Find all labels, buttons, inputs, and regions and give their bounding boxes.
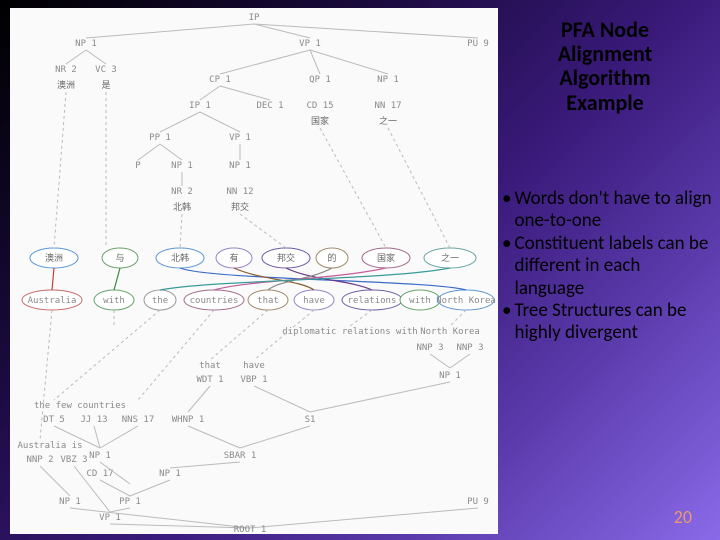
svg-text:NP 1: NP 1 xyxy=(59,497,81,507)
svg-text:SBAR 1: SBAR 1 xyxy=(224,451,257,461)
svg-text:CD 17: CD 17 xyxy=(86,469,113,479)
svg-text:北韩: 北韩 xyxy=(171,252,189,263)
svg-text:that: that xyxy=(199,361,221,371)
svg-text:NNP 3: NNP 3 xyxy=(416,343,443,353)
svg-text:CP 1: CP 1 xyxy=(209,75,231,85)
svg-text:国家: 国家 xyxy=(377,252,395,263)
svg-text:NNP 3: NNP 3 xyxy=(456,343,483,353)
svg-text:VC 3: VC 3 xyxy=(95,65,117,75)
top-root: IP xyxy=(249,13,260,23)
svg-text:VBP 1: VBP 1 xyxy=(240,375,267,385)
slide-title: PFA Node Alignment Algorithm Example xyxy=(500,18,710,115)
bullet-item: •Tree Structures can be highly divergent xyxy=(502,300,712,345)
nt: NP 1 xyxy=(75,39,97,49)
svg-text:with: with xyxy=(409,296,431,306)
svg-text:之一: 之一 xyxy=(379,115,397,126)
alignment-tree-diagram: IP NP 1 VP 1 PU 9 NR 2 VC 3 CP 1 QP 1 NP… xyxy=(10,8,498,534)
svg-text:P: P xyxy=(135,161,141,171)
svg-text:NP 1: NP 1 xyxy=(229,161,251,171)
svg-text:WDT 1: WDT 1 xyxy=(196,375,223,385)
svg-text:CD 15: CD 15 xyxy=(306,101,333,111)
svg-text:the few countries: the few countries xyxy=(34,401,126,411)
svg-text:PU 9: PU 9 xyxy=(467,497,489,507)
bullet-item: •Words don't have to align one-to-one xyxy=(502,188,712,233)
bottom-root: ROOT 1 xyxy=(234,525,267,534)
svg-text:that: that xyxy=(257,296,279,306)
svg-text:NP 1: NP 1 xyxy=(171,161,193,171)
svg-text:IP 1: IP 1 xyxy=(189,101,211,111)
nt: PU 9 xyxy=(467,39,489,49)
bullet-icon: • xyxy=(502,233,511,300)
svg-text:是: 是 xyxy=(101,80,110,90)
svg-text:VP 1: VP 1 xyxy=(229,133,251,143)
svg-text:NP 1: NP 1 xyxy=(159,469,181,479)
svg-text:relations: relations xyxy=(348,296,397,306)
cn-word: 澳洲 xyxy=(57,79,75,90)
svg-text:PP 1: PP 1 xyxy=(149,133,171,143)
alignment-band: 澳洲 与 北韩 有 邦交 的 国家 之一 Australia with the … xyxy=(22,92,496,310)
svg-text:澳洲: 澳洲 xyxy=(45,252,63,263)
svg-text:with: with xyxy=(103,296,125,306)
svg-text:NR 2: NR 2 xyxy=(55,65,77,75)
svg-text:之一: 之一 xyxy=(441,252,459,263)
svg-text:the: the xyxy=(152,296,168,306)
svg-text:有: 有 xyxy=(229,252,238,263)
page-number: 20 xyxy=(674,506,692,528)
svg-text:Australia: Australia xyxy=(28,296,77,306)
svg-text:邦交: 邦交 xyxy=(231,201,249,212)
svg-text:QP 1: QP 1 xyxy=(309,75,331,85)
svg-text:NN 17: NN 17 xyxy=(374,101,401,111)
bullet-icon: • xyxy=(502,300,511,345)
svg-text:North Korea: North Korea xyxy=(420,327,480,337)
svg-text:JJ 13: JJ 13 xyxy=(80,415,107,425)
svg-text:PP 1: PP 1 xyxy=(119,497,141,507)
svg-text:DEC 1: DEC 1 xyxy=(256,101,283,111)
svg-text:NN 12: NN 12 xyxy=(226,187,253,197)
svg-text:NNS 17: NNS 17 xyxy=(122,415,155,425)
svg-text:国家: 国家 xyxy=(311,115,329,126)
svg-text:与: 与 xyxy=(115,253,124,263)
svg-text:have: have xyxy=(303,296,325,306)
title-line: Algorithm xyxy=(500,66,710,90)
svg-text:NP 1: NP 1 xyxy=(439,371,461,381)
svg-text:NNP 2: NNP 2 xyxy=(26,455,53,465)
svg-text:have: have xyxy=(243,361,265,371)
svg-text:countries: countries xyxy=(190,296,239,306)
svg-text:NP 1: NP 1 xyxy=(89,451,111,461)
svg-text:VP 1: VP 1 xyxy=(99,513,121,523)
svg-text:WHNP 1: WHNP 1 xyxy=(172,415,205,425)
svg-text:DT 5: DT 5 xyxy=(43,415,65,425)
svg-text:North Korea: North Korea xyxy=(436,296,496,306)
svg-text:VBZ 3: VBZ 3 xyxy=(60,455,87,465)
title-line: PFA Node xyxy=(500,18,710,42)
svg-text:diplomatic relations with: diplomatic relations with xyxy=(282,327,417,337)
svg-text:Australia is: Australia is xyxy=(17,441,82,451)
title-line: Example xyxy=(500,91,710,115)
title-line: Alignment xyxy=(500,42,710,66)
bullet-item: •Constituent labels can be different in … xyxy=(502,233,712,300)
svg-text:NR 2: NR 2 xyxy=(171,187,193,197)
svg-text:邦交: 邦交 xyxy=(277,252,295,263)
svg-text:北韩: 北韩 xyxy=(173,201,191,212)
svg-text:的: 的 xyxy=(327,252,336,263)
svg-text:S1: S1 xyxy=(305,415,316,425)
bullet-list: •Words don't have to align one-to-one •C… xyxy=(502,188,712,345)
bullet-icon: • xyxy=(502,188,511,233)
svg-text:VP 1: VP 1 xyxy=(299,39,321,49)
svg-text:NP 1: NP 1 xyxy=(377,75,399,85)
